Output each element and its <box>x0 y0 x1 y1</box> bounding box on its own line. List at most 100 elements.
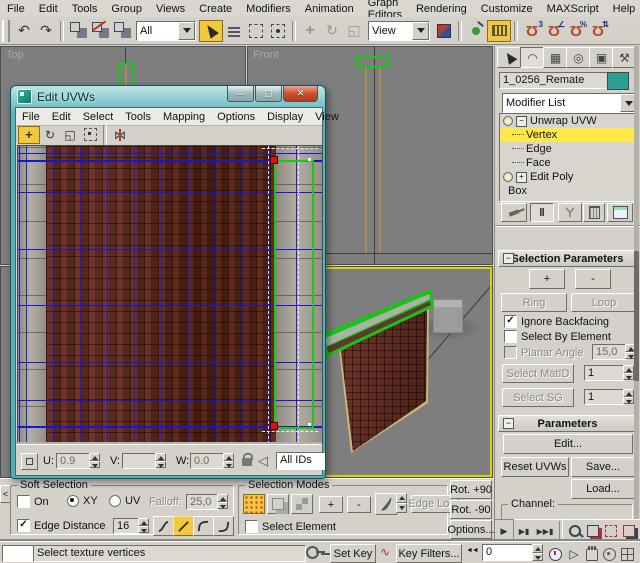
collapse-icon[interactable]: − <box>503 418 514 429</box>
collapse-icon[interactable]: − <box>516 116 527 127</box>
spin-up-icon[interactable] <box>217 494 228 502</box>
zoom-extents-icon[interactable] <box>602 520 620 542</box>
select-by-element-checkbox[interactable]: Select By Element <box>504 330 611 343</box>
menu-file[interactable]: File <box>0 2 32 16</box>
select-element-checkbox[interactable]: Select Element <box>245 520 336 533</box>
absolute-offset-toggle[interactable] <box>21 453 38 470</box>
spin-up-icon[interactable] <box>532 544 543 553</box>
panel-scrollbar[interactable] <box>634 46 639 519</box>
object-color-swatch[interactable] <box>607 72 629 90</box>
face-mode-button[interactable] <box>291 494 313 514</box>
time-configuration-icon[interactable] <box>546 543 564 563</box>
matid-spinner[interactable] <box>623 365 634 380</box>
spin-up-icon[interactable] <box>89 453 100 461</box>
undo-icon[interactable]: ↶ <box>13 20 35 42</box>
redo-icon[interactable]: ↷ <box>35 20 57 42</box>
dialog-menu-select[interactable]: Select <box>77 110 120 124</box>
edge-distance-field[interactable]: 16 <box>113 518 140 534</box>
viewport-top-label[interactable]: Top <box>6 49 24 61</box>
stack-row-edit-poly[interactable]: + Edit Poly <box>500 170 634 184</box>
selected-object-wireframe[interactable] <box>356 56 389 68</box>
quill-icon[interactable]: ◁ <box>258 453 268 469</box>
selection-filter-dropdown[interactable]: All <box>136 21 196 41</box>
scale-tool-icon[interactable]: ◱ <box>60 127 80 143</box>
play-animation-icon[interactable]: ▶ <box>494 519 514 543</box>
bind-to-space-warp-icon[interactable] <box>111 20 133 42</box>
spin-down-icon[interactable] <box>217 502 228 510</box>
mirror-tool-icon[interactable]: ⋈ <box>110 127 130 143</box>
reset-uvws-button[interactable]: Reset UVWs <box>501 457 569 477</box>
spin-down-icon[interactable] <box>138 526 149 534</box>
tab-hierarchy[interactable]: ▦ <box>543 47 568 68</box>
shrink-selection-button[interactable]: - <box>347 496 371 513</box>
angle-snap-icon[interactable]: Ω∠ <box>543 20 565 42</box>
loop-button[interactable]: Loop <box>571 293 637 312</box>
unlink-selection-icon[interactable] <box>89 20 111 42</box>
menu-group[interactable]: Group <box>104 2 149 16</box>
spinner-snap-icon[interactable]: Ω⇅ <box>587 20 609 42</box>
spin-down-icon[interactable] <box>223 461 234 469</box>
show-end-result-button[interactable]: ‖ <box>530 203 554 222</box>
viewport-front-label[interactable]: Front <box>253 49 279 61</box>
window-crossing-icon[interactable] <box>267 20 289 42</box>
v-spinner[interactable] <box>155 453 166 468</box>
mini-listener-field[interactable] <box>2 545 35 562</box>
planar-angle-checkbox[interactable]: Planar Angle <box>504 346 583 359</box>
key-mode-toggle-icon[interactable]: ◄◄ <box>466 547 478 554</box>
minimize-button[interactable]: ─ <box>227 86 254 102</box>
menu-tools[interactable]: Tools <box>65 2 105 16</box>
zoom-icon[interactable] <box>566 520 584 542</box>
falloff-linear-curve-button[interactable] <box>173 516 194 536</box>
background-box-object[interactable] <box>433 299 463 333</box>
edge-distance-checkbox[interactable]: ✓ Edge Distance <box>17 519 106 532</box>
select-by-name-icon[interactable] <box>223 20 245 42</box>
checkbox-icon[interactable] <box>504 330 517 343</box>
spin-down-icon[interactable] <box>623 397 634 405</box>
select-and-rotate-icon[interactable]: ↻ <box>321 20 343 42</box>
scrollbar-thumb[interactable] <box>634 251 639 381</box>
dialog-menu-display[interactable]: Display <box>261 110 309 124</box>
options-button[interactable]: Options... <box>450 520 492 539</box>
grow-uv-selection-button[interactable]: + <box>529 269 565 289</box>
dialog-menu-file[interactable]: File <box>16 110 46 124</box>
next-frame-icon[interactable]: ▶▮ <box>514 520 534 542</box>
selected-uv-element[interactable] <box>274 160 314 429</box>
stack-row-edge[interactable]: Edge <box>500 142 634 156</box>
current-frame-field[interactable]: 0 <box>482 544 535 561</box>
pan-view-arrow-icon[interactable]: ▷ <box>566 543 582 563</box>
remove-modifier-button[interactable] <box>583 203 605 222</box>
configure-modifier-sets-button[interactable] <box>607 203 633 222</box>
rotate-plus-90-button[interactable]: Rot. +90 <box>450 480 492 499</box>
lightbulb-icon[interactable] <box>503 116 513 126</box>
selected-vertex-handle[interactable] <box>270 422 278 430</box>
rectangular-selection-region-icon[interactable] <box>245 20 267 42</box>
menu-animation[interactable]: Animation <box>298 2 361 16</box>
selected-vertex-handle[interactable] <box>270 156 278 164</box>
falloff-smooth-curve-button[interactable] <box>153 516 174 536</box>
zoom-all-icon[interactable] <box>584 520 602 542</box>
falloff-slow-curve-button[interactable] <box>193 516 214 536</box>
dialog-menu-edit[interactable]: Edit <box>46 110 77 124</box>
expand-icon[interactable]: + <box>516 172 527 183</box>
dialog-titlebar[interactable]: Edit UVWs ─ ▢ ✕ <box>11 86 325 107</box>
snaps-toggle-icon[interactable]: Ω3 <box>521 20 543 42</box>
sg-field[interactable]: 1 <box>584 389 625 405</box>
select-object-button[interactable] <box>199 20 223 42</box>
toolbar-grip[interactable] <box>2 20 10 42</box>
radio-icon[interactable] <box>67 495 79 507</box>
menu-maxscript[interactable]: MAXScript <box>540 2 606 16</box>
paint-select-button[interactable] <box>375 493 397 515</box>
radio-icon[interactable] <box>109 495 121 507</box>
menu-create[interactable]: Create <box>192 2 239 16</box>
menu-modifiers[interactable]: Modifiers <box>239 2 298 16</box>
zoom-extents-all-icon[interactable] <box>620 520 638 542</box>
edit-uvws-button[interactable]: Edit... <box>503 434 633 454</box>
spin-up-icon[interactable] <box>155 453 166 461</box>
select-and-manipulate-icon[interactable] <box>465 20 487 42</box>
v-field[interactable] <box>122 453 157 469</box>
falloff-fast-curve-button[interactable] <box>213 516 234 536</box>
ignore-backfacing-checkbox[interactable]: ✓ Ignore Backfacing <box>504 315 609 328</box>
spin-up-icon[interactable] <box>396 493 407 503</box>
maximize-button[interactable]: ▢ <box>255 86 282 102</box>
go-to-end-icon[interactable]: ▶▶▮ <box>534 520 556 542</box>
